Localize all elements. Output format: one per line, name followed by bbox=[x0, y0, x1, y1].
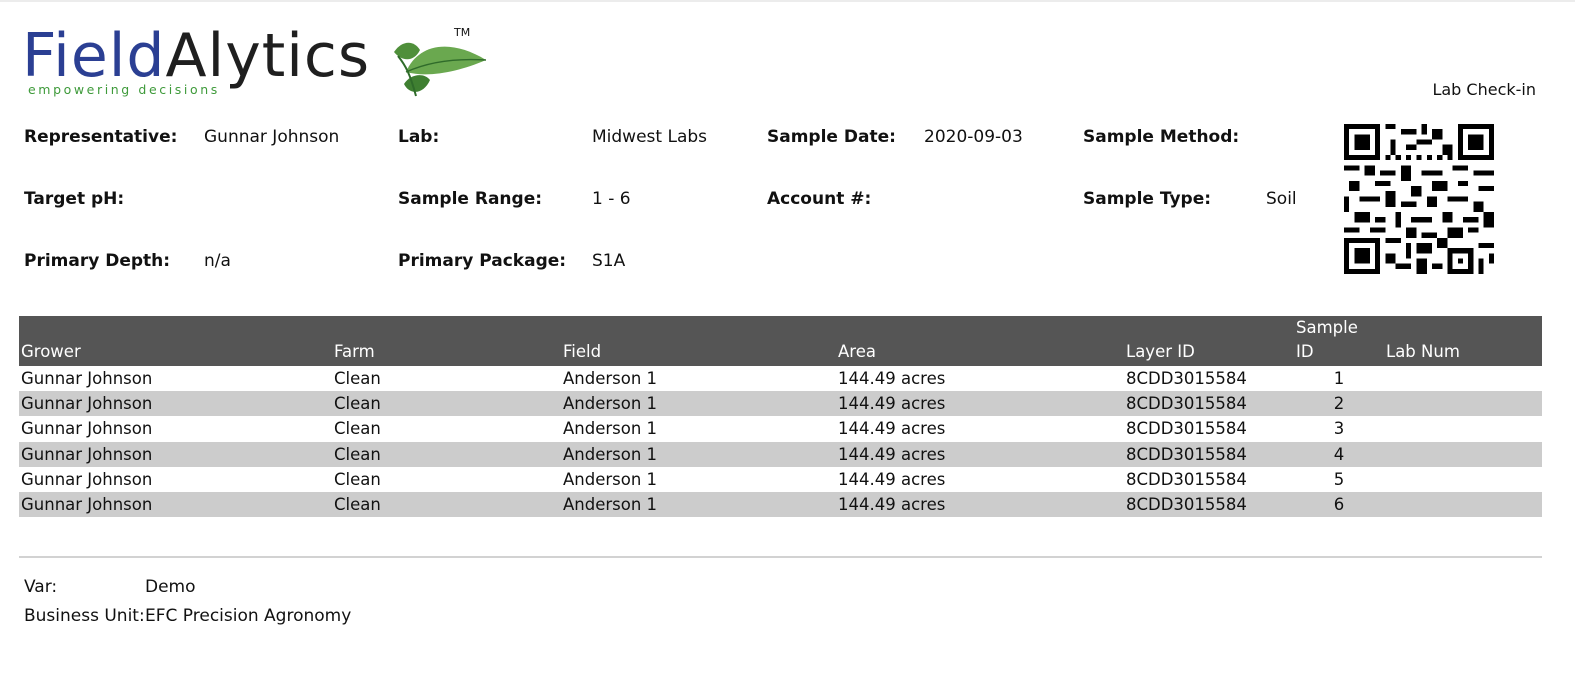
cell-grower: Gunnar Johnson bbox=[21, 369, 153, 389]
sample-type-value: Soil bbox=[1266, 189, 1297, 209]
cell-lab-num bbox=[1384, 416, 1542, 441]
column-header-sample-id-line2: ID bbox=[1296, 342, 1314, 361]
logo-wordmark-field: Field bbox=[22, 21, 166, 91]
logo-tagline: empowering decisions bbox=[28, 82, 220, 97]
cell-grower: Gunnar Johnson bbox=[19, 441, 332, 467]
leaf-icon bbox=[394, 42, 487, 97]
cell-area: 144.49 acres bbox=[838, 419, 946, 439]
cell-lab-num bbox=[1384, 391, 1542, 417]
cell-farm: Clean bbox=[334, 369, 381, 389]
account-number-label: Account #: bbox=[767, 189, 872, 209]
cell-area: 144.49 acres bbox=[836, 441, 1124, 467]
table-row: Gunnar Johnson Clean Anderson 1 144.49 acre… bbox=[19, 366, 1542, 391]
table-row: Gunnar Johnson Clean Anderson 1 144.49 acre… bbox=[19, 491, 1542, 518]
sample-type-label: Sample Type: bbox=[1083, 189, 1212, 209]
cell-farm: Clean bbox=[332, 441, 561, 467]
table-header-row: Grower Farm Field Area Layer ID Sample ID… bbox=[19, 316, 1542, 366]
cell-grower: Gunnar Johnson bbox=[19, 391, 332, 417]
column-header-area: Area bbox=[836, 316, 1124, 366]
logo-trademark: TM bbox=[454, 26, 471, 39]
cell-layer-id: 8CDD3015584 bbox=[1124, 491, 1294, 518]
sample-range-value: 1 - 6 bbox=[592, 189, 631, 209]
table-row: Gunnar Johnson Clean Anderson 1 144.49 acre… bbox=[19, 467, 1542, 492]
var-label: Var: bbox=[24, 577, 58, 597]
qr-code-icon bbox=[1344, 124, 1494, 274]
cell-lab-num bbox=[1384, 491, 1542, 518]
sample-range-label: Sample Range: bbox=[398, 189, 543, 209]
column-header-layer-id: Layer ID bbox=[1124, 316, 1294, 366]
primary-depth-label: Primary Depth: bbox=[24, 251, 171, 271]
cell-lab-num bbox=[1384, 467, 1542, 492]
samples-table: Grower Farm Field Area Layer ID Sample ID… bbox=[19, 316, 1542, 518]
table-row: Gunnar Johnson Clean Anderson 1 144.49 acre… bbox=[19, 391, 1542, 417]
cell-field: Anderson 1 bbox=[563, 419, 658, 439]
column-header-sample-id: Sample ID bbox=[1294, 316, 1384, 366]
sample-date-value: 2020-09-03 bbox=[924, 127, 1023, 147]
table-row: Gunnar Johnson Clean Anderson 1 144.49 acre… bbox=[19, 416, 1542, 441]
lab-value: Midwest Labs bbox=[592, 127, 708, 147]
cell-farm: Clean bbox=[334, 469, 381, 489]
representative-label: Representative: bbox=[24, 127, 178, 147]
cell-field: Anderson 1 bbox=[561, 491, 836, 518]
cell-farm: Clean bbox=[332, 391, 561, 417]
cell-area: 144.49 acres bbox=[836, 391, 1124, 417]
cell-field: Anderson 1 bbox=[561, 391, 836, 417]
cell-sample-id: 1 bbox=[1333, 369, 1345, 389]
sample-method-label: Sample Method: bbox=[1083, 127, 1240, 147]
primary-depth-value: n/a bbox=[204, 251, 231, 271]
business-unit-value: EFC Precision Agronomy bbox=[145, 606, 352, 626]
cell-grower: Gunnar Johnson bbox=[21, 419, 153, 439]
cell-layer-id: 8CDD3015584 bbox=[1124, 441, 1294, 467]
cell-farm: Clean bbox=[334, 419, 381, 439]
cell-sample-id: 3 bbox=[1333, 419, 1345, 439]
target-ph-label: Target pH: bbox=[24, 189, 125, 209]
cell-layer-id: 8CDD3015584 bbox=[1124, 391, 1294, 417]
column-header-grower: Grower bbox=[19, 316, 332, 366]
cell-layer-id: 8CDD3015584 bbox=[1126, 419, 1247, 439]
column-header-lab-num: Lab Num bbox=[1384, 316, 1542, 366]
column-header-sample-id-line1: Sample bbox=[1296, 318, 1358, 337]
primary-package-value: S1A bbox=[592, 251, 626, 271]
cell-layer-id: 8CDD3015584 bbox=[1126, 469, 1247, 489]
cell-area: 144.49 acres bbox=[838, 469, 946, 489]
cell-layer-id: 8CDD3015584 bbox=[1126, 369, 1247, 389]
cell-farm: Clean bbox=[332, 491, 561, 518]
column-header-field: Field bbox=[561, 316, 836, 366]
column-header-farm: Farm bbox=[332, 316, 561, 366]
divider bbox=[19, 556, 1542, 558]
logo-wordmark: FieldAlytics bbox=[22, 22, 370, 90]
cell-lab-num bbox=[1384, 366, 1542, 391]
business-unit-label: Business Unit: bbox=[24, 606, 145, 626]
cell-lab-num bbox=[1384, 441, 1542, 467]
cell-field: Anderson 1 bbox=[561, 441, 836, 467]
cell-grower: Gunnar Johnson bbox=[21, 469, 153, 489]
var-value: Demo bbox=[145, 577, 196, 597]
cell-field: Anderson 1 bbox=[563, 369, 658, 389]
logo-wordmark-alytics: Alytics bbox=[165, 21, 371, 91]
cell-sample-id: 2 bbox=[1294, 391, 1384, 417]
cell-sample-id: 6 bbox=[1294, 491, 1384, 518]
top-border bbox=[0, 0, 1575, 2]
table-row: Gunnar Johnson Clean Anderson 1 144.49 acre… bbox=[19, 441, 1542, 467]
primary-package-label: Primary Package: bbox=[398, 251, 567, 271]
cell-grower: Gunnar Johnson bbox=[19, 491, 332, 518]
cell-area: 144.49 acres bbox=[836, 491, 1124, 518]
cell-area: 144.49 acres bbox=[838, 369, 946, 389]
lab-label: Lab: bbox=[398, 127, 440, 147]
sample-date-label: Sample Date: bbox=[767, 127, 896, 147]
representative-value: Gunnar Johnson bbox=[204, 127, 340, 147]
cell-field: Anderson 1 bbox=[563, 469, 658, 489]
cell-sample-id: 4 bbox=[1294, 441, 1384, 467]
page-title: Lab Check-in bbox=[1432, 80, 1536, 99]
cell-sample-id: 5 bbox=[1333, 469, 1345, 489]
fieldalytics-logo: FieldAlytics empowering decisions TM bbox=[22, 22, 487, 102]
